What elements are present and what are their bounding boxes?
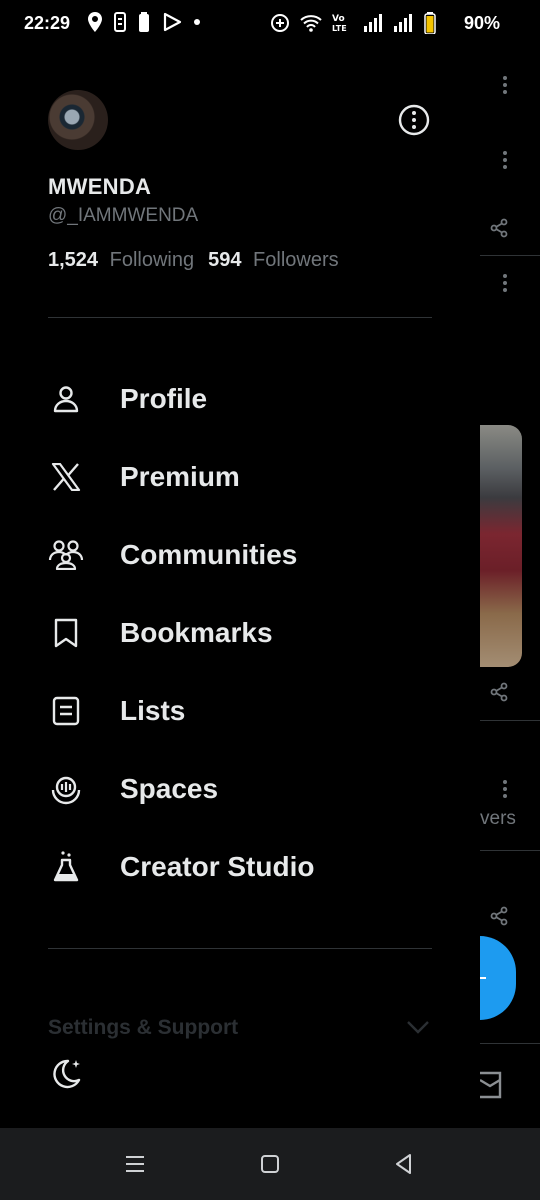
menu-item-premium[interactable]: Premium xyxy=(0,438,480,516)
display-name[interactable]: MWENDA xyxy=(48,174,151,200)
menu-item-label: Profile xyxy=(120,383,208,414)
menu-item-bookmarks[interactable]: Bookmarks xyxy=(0,594,480,672)
signal-icon xyxy=(364,14,382,32)
feed-peek: vers xyxy=(480,50,540,1128)
moon-icon[interactable] xyxy=(48,1056,84,1092)
chevron-down-icon xyxy=(407,1021,429,1034)
battery-icon xyxy=(424,12,436,34)
menu-item-spaces[interactable]: Spaces xyxy=(0,750,480,828)
more-options-icon[interactable] xyxy=(503,76,507,97)
avatar[interactable] xyxy=(48,90,108,150)
status-left-icons xyxy=(88,12,200,32)
divider xyxy=(480,255,540,256)
data-saver-icon xyxy=(271,14,289,32)
play-icon xyxy=(163,12,182,32)
followers-link[interactable]: 594 Followers xyxy=(208,249,339,272)
x-logo-icon xyxy=(48,459,84,495)
status-bar: 22:29 Vo LTE 90% xyxy=(0,0,540,50)
sim-icon xyxy=(114,12,126,32)
drawer-menu: Profile Premium Communities Bookmarks Li… xyxy=(0,360,480,906)
back-icon[interactable] xyxy=(392,1152,416,1176)
svg-text:LTE: LTE xyxy=(332,24,347,33)
menu-item-label: Communities xyxy=(120,539,298,570)
communities-icon xyxy=(48,537,84,573)
svg-text:Vo: Vo xyxy=(332,14,345,24)
follow-stats: 1,524 Following 594 Followers xyxy=(48,249,339,272)
volte-icon: VoLTE xyxy=(332,14,347,33)
share-icon[interactable] xyxy=(489,218,509,238)
following-link[interactable]: 1,524 Following xyxy=(48,249,194,272)
system-nav-bar xyxy=(0,1128,540,1200)
user-handle: @_IAMMWENDA xyxy=(48,205,199,226)
peek-partial-text: vers xyxy=(480,808,516,829)
menu-item-label: Spaces xyxy=(120,773,219,804)
wifi-icon xyxy=(300,15,322,32)
menu-item-label: Creator Studio xyxy=(120,851,315,882)
menu-item-creator-studio[interactable]: Creator Studio xyxy=(0,828,480,906)
list-icon xyxy=(48,693,84,729)
spaces-icon xyxy=(48,771,84,807)
menu-item-label: Bookmarks xyxy=(120,617,273,648)
share-icon[interactable] xyxy=(489,682,509,702)
navigation-drawer: MWENDA @_IAMMWENDA 1,524 Following 594 F… xyxy=(0,50,480,1128)
followers-label: Followers xyxy=(253,249,339,271)
divider xyxy=(480,720,540,721)
messages-icon[interactable] xyxy=(480,1070,504,1100)
flask-icon xyxy=(48,849,84,885)
menu-item-label: Premium xyxy=(120,461,240,492)
status-right-icons: Vo LTE xyxy=(270,12,436,34)
divider xyxy=(48,317,432,318)
home-icon[interactable] xyxy=(258,1152,282,1176)
menu-item-label: Lists xyxy=(120,695,186,726)
person-icon xyxy=(48,381,84,417)
divider xyxy=(480,1043,540,1044)
share-icon[interactable] xyxy=(489,906,509,926)
more-options-icon[interactable] xyxy=(503,780,507,801)
battery-saver-icon xyxy=(139,12,149,32)
following-label: Following xyxy=(109,249,195,271)
location-icon xyxy=(88,12,102,32)
menu-item-profile[interactable]: Profile xyxy=(0,360,480,438)
media-thumbnail[interactable] xyxy=(480,425,522,667)
following-count: 1,524 xyxy=(48,249,99,271)
settings-support-row[interactable]: Settings & Support xyxy=(48,1016,432,1046)
menu-item-communities[interactable]: Communities xyxy=(0,516,480,594)
divider xyxy=(48,948,432,949)
battery-percent: 90% xyxy=(463,13,500,33)
compose-fab[interactable] xyxy=(480,936,516,1020)
bookmark-icon xyxy=(48,615,84,651)
menu-item-lists[interactable]: Lists xyxy=(0,672,480,750)
more-options-icon[interactable] xyxy=(503,274,507,295)
more-options-icon[interactable] xyxy=(503,151,507,172)
settings-support-label: Settings & Support xyxy=(48,1016,239,1039)
signal-icon xyxy=(394,14,412,32)
more-options-icon[interactable] xyxy=(396,102,432,138)
status-time: 22:29 xyxy=(24,13,71,33)
recent-apps-icon[interactable] xyxy=(123,1152,147,1176)
divider xyxy=(480,850,540,851)
dot-icon xyxy=(194,19,200,25)
followers-count: 594 xyxy=(208,249,242,271)
